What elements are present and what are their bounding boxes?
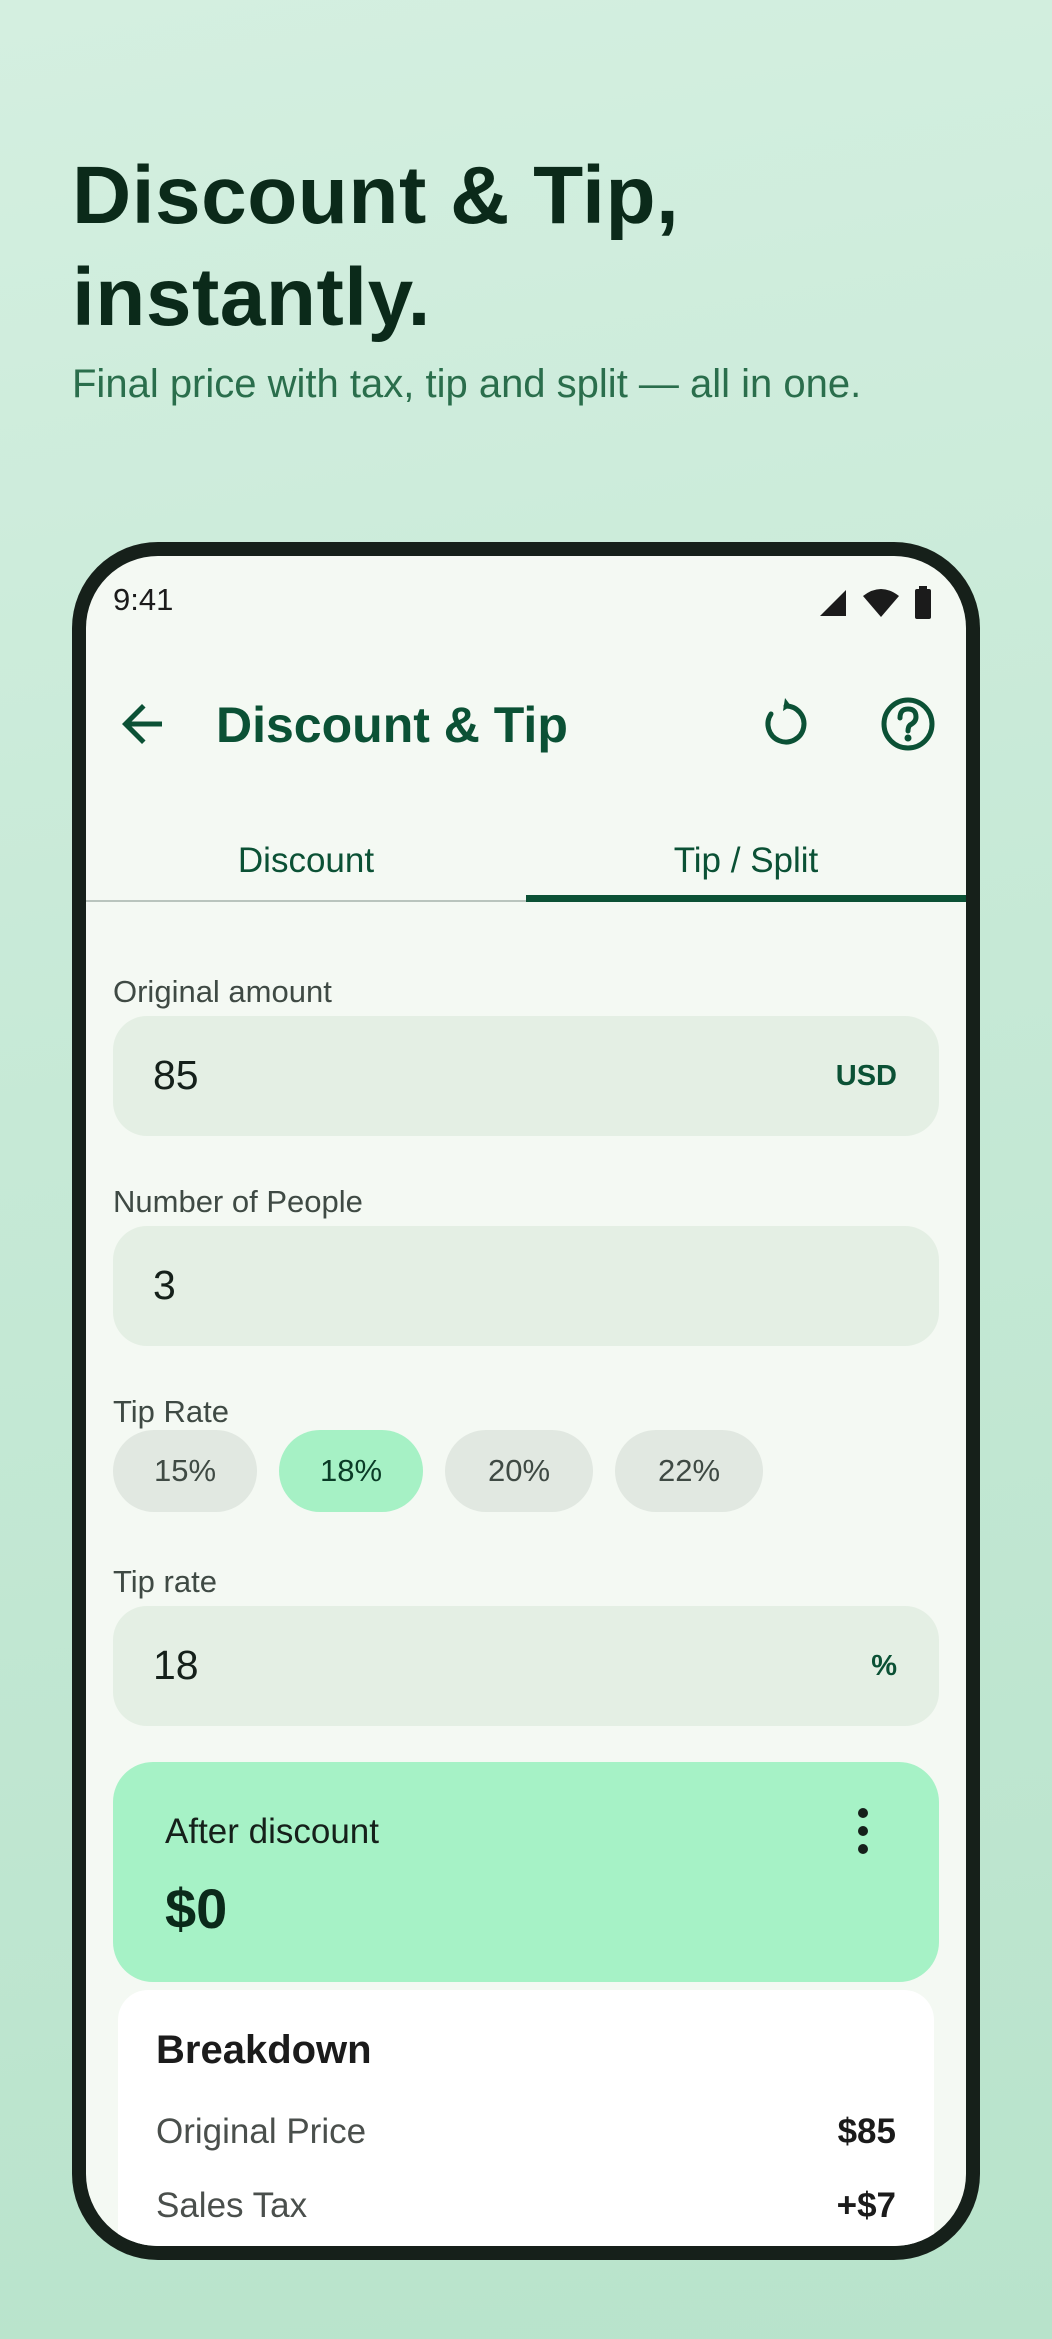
tip-chip-20[interactable]: 20%	[445, 1430, 593, 1512]
refresh-button[interactable]	[754, 692, 818, 756]
people-label: Number of People	[113, 1184, 363, 1219]
tip-rate-label: Tip rate	[113, 1564, 217, 1599]
battery-icon	[915, 586, 931, 619]
percent-suffix: %	[871, 1650, 897, 1682]
breakdown-card: Breakdown Original Price $85 Sales Tax +…	[118, 1990, 934, 2246]
signal-icon	[820, 590, 846, 616]
original-amount-field[interactable]: 85 USD	[113, 1016, 939, 1136]
wifi-icon	[863, 589, 899, 617]
tip-chip-15[interactable]: 15%	[113, 1430, 257, 1512]
hero-subtitle: Final price with tax, tip and split — al…	[72, 362, 862, 406]
result-value: $0	[165, 1877, 228, 1940]
original-amount-label: Original amount	[113, 974, 332, 1009]
tab-discount[interactable]: Discount	[86, 836, 526, 900]
tab-tip-split[interactable]: Tip / Split	[526, 836, 966, 900]
refresh-icon	[765, 698, 807, 745]
app-bar-title: Discount & Tip	[216, 697, 568, 753]
tip-rate-presets-label: Tip Rate	[113, 1394, 230, 1429]
tab-indicator	[526, 895, 966, 902]
phone-frame: 9:41 Discount & Tip Discount Tip / Split…	[72, 542, 980, 2260]
tip-chip-22[interactable]: 22%	[615, 1430, 763, 1512]
status-bar: 9:41	[86, 556, 966, 620]
original-amount-value: 85	[153, 1052, 199, 1098]
more-vert-icon[interactable]	[853, 1808, 873, 1872]
hero-title-line2: instantly.	[72, 252, 431, 343]
back-button[interactable]	[112, 694, 172, 754]
help-icon	[881, 697, 935, 751]
tab-bar: Discount Tip / Split	[86, 836, 966, 902]
breakdown-row-label: Sales Tax	[156, 2186, 308, 2225]
breakdown-row: Sales Tax +$7	[156, 2186, 896, 2232]
people-value: 3	[153, 1262, 176, 1308]
people-field[interactable]: 3	[113, 1226, 939, 1346]
breakdown-row-value: +$7	[836, 2186, 896, 2225]
app-bar: Discount & Tip	[86, 676, 966, 772]
help-button[interactable]	[876, 692, 940, 756]
hero-title: Discount & Tip, instantly.	[72, 145, 972, 349]
result-card: After discount $0	[113, 1762, 939, 1982]
status-icons	[818, 586, 932, 620]
hero-title-line1: Discount & Tip,	[72, 150, 680, 241]
tip-rate-value: 18	[153, 1642, 199, 1688]
phone-screen: 9:41 Discount & Tip Discount Tip / Split…	[86, 556, 966, 2246]
back-arrow-icon	[122, 704, 162, 744]
result-label: After discount	[165, 1812, 379, 1851]
breakdown-title: Breakdown	[156, 2028, 372, 2072]
breakdown-row: Original Price $85	[156, 2112, 896, 2158]
breakdown-row-label: Original Price	[156, 2112, 367, 2151]
tip-rate-field[interactable]: 18 %	[113, 1606, 939, 1726]
breakdown-row-value: $85	[837, 2112, 896, 2151]
tip-chip-18[interactable]: 18%	[279, 1430, 423, 1512]
currency-suffix: USD	[835, 1060, 897, 1092]
status-time: 9:41	[113, 582, 174, 617]
